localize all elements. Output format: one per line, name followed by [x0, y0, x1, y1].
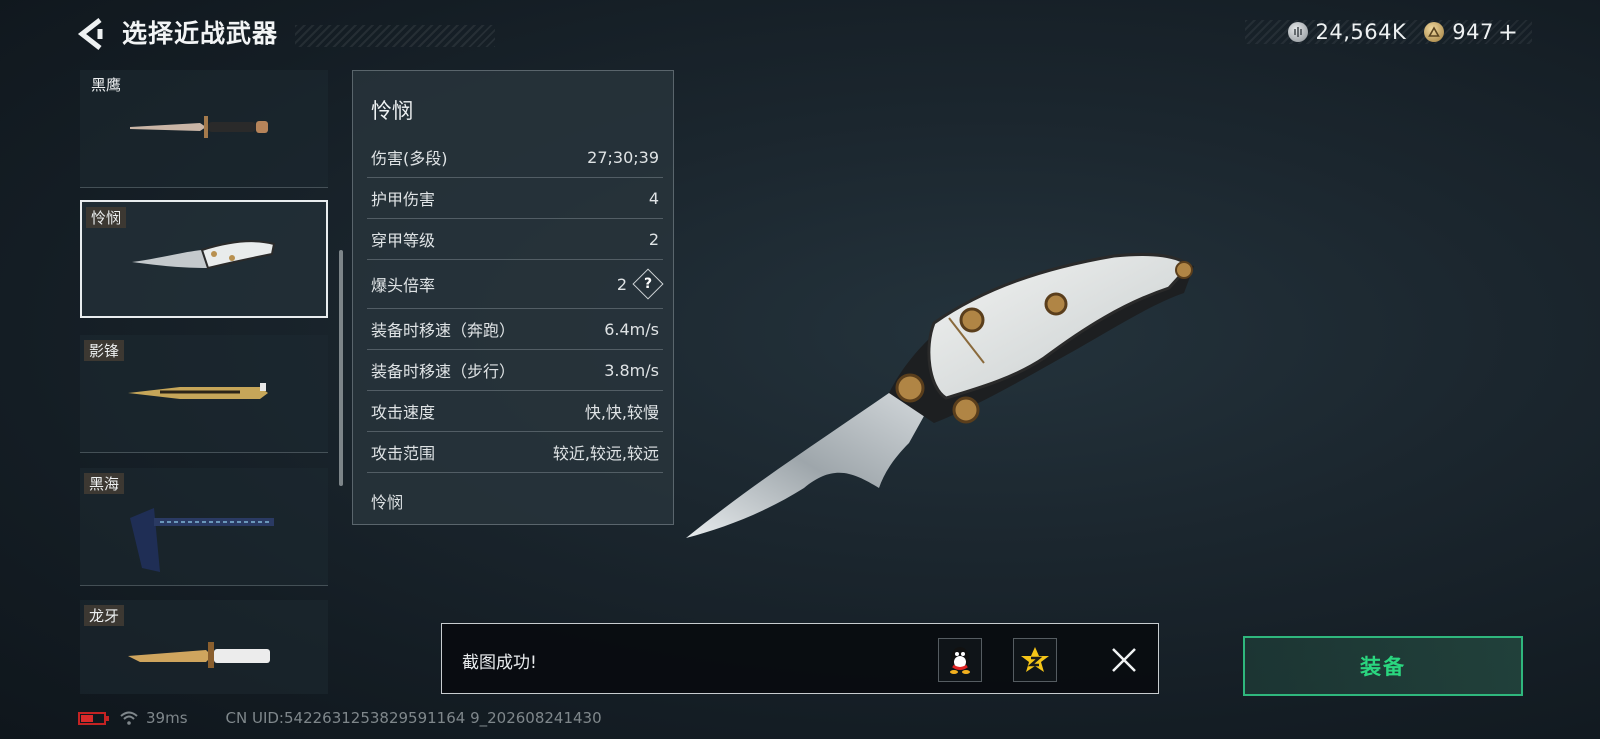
stat-label: 穿甲等级 [371, 231, 436, 250]
stat-row-armor-damage: 护甲伤害 4 [367, 178, 663, 219]
weapon-card-yingfeng[interactable]: 影锋 [80, 335, 328, 453]
weapon-card-lianmin[interactable]: 怜悯 [80, 200, 328, 318]
gold-knife-icon [128, 383, 268, 399]
page-title: 选择近战武器 [122, 19, 279, 48]
close-toast-button[interactable] [1110, 646, 1138, 674]
title-decoration [295, 25, 495, 47]
stat-row-run-speed: 装备时移速（奔跑） 6.4m/s [367, 309, 663, 350]
stat-label: 装备时移速（步行） [371, 362, 516, 381]
weapon-name: 怜悯 [86, 207, 127, 228]
qq-icon [950, 647, 970, 674]
page-title-bar: 选择近战武器 [122, 14, 495, 50]
user-uid: CN UID:5422631253829591164 9_20260824143… [225, 709, 602, 727]
stat-value-wrapper: 2 ? [616, 268, 664, 300]
axe-icon [130, 508, 274, 572]
stats-footer-name: 怜悯 [371, 493, 404, 512]
stat-label: 伤害(多段) [371, 149, 448, 168]
stat-row-attack-speed: 攻击速度 快,快,较慢 [367, 391, 663, 432]
weapon-card-heihai[interactable]: 黑海 [80, 468, 328, 586]
stat-row-penetration: 穿甲等级 2 [367, 219, 663, 260]
back-arrow-icon [77, 18, 103, 50]
stat-label: 装备时移速（奔跑） [371, 321, 516, 340]
gold-coin-icon [1424, 22, 1445, 42]
stat-row-walk-speed: 装备时移速（步行） 3.8m/s [367, 350, 663, 391]
stat-label: 爆头倍率 [371, 276, 436, 295]
status-bar: 39ms CN UID:5422631253829591164 9_202608… [78, 708, 602, 728]
currency-bar: 24,564K 947 + [1245, 18, 1532, 46]
share-qzone-button[interactable] [1013, 638, 1057, 682]
combat-knife-icon [130, 116, 268, 138]
stat-value: 较近,较远,较远 [552, 444, 659, 463]
stat-value: 2 [648, 229, 659, 249]
share-qq-button[interactable] [938, 638, 982, 682]
silver-currency-value: 24,564K [1315, 20, 1407, 44]
weapon-card-heiying[interactable]: 黑鹰 [80, 70, 328, 188]
stat-label: 攻击速度 [371, 403, 436, 422]
gold-currency-value: 947 [1452, 20, 1494, 44]
help-label: ? [643, 276, 653, 292]
equip-label: 装备 [1360, 655, 1406, 679]
equip-button[interactable]: 装备 [1243, 636, 1523, 696]
stat-value: 4 [648, 188, 659, 208]
weapon-name: 黑鹰 [91, 76, 122, 94]
weapon-preview-image[interactable] [684, 248, 1214, 548]
stat-value: 3.8m/s [604, 360, 659, 380]
stats-title: 怜悯 [371, 99, 413, 123]
weapon-name: 黑海 [84, 473, 125, 494]
help-icon[interactable]: ? [632, 268, 664, 300]
back-button[interactable] [76, 17, 106, 51]
folding-knife-icon [132, 240, 276, 270]
stat-value: 2 [616, 274, 627, 294]
stat-label: 护甲伤害 [371, 190, 436, 209]
add-currency-button[interactable]: + [1498, 18, 1518, 46]
wifi-icon [120, 711, 138, 725]
weapon-stats-panel: 怜悯 伤害(多段) 27;30;39 护甲伤害 4 穿甲等级 2 爆头倍率 2 … [352, 70, 674, 525]
stat-row-damage: 伤害(多段) 27;30;39 [367, 137, 663, 178]
weapon-name: 影锋 [84, 340, 125, 361]
bayonet-icon [128, 642, 270, 668]
ping-value: 39ms [146, 709, 188, 727]
screenshot-toast: 截图成功! [441, 623, 1159, 694]
stat-row-attack-range: 攻击范围 较近,较远,较远 [367, 432, 663, 473]
stat-label: 攻击范围 [371, 444, 436, 463]
toast-message: 截图成功! [462, 653, 537, 673]
stat-value: 6.4m/s [604, 319, 659, 339]
weapon-list[interactable]: 黑鹰 怜悯 影锋 黑海 龙牙 [80, 70, 330, 694]
close-icon [1112, 648, 1136, 672]
weapon-card-longya[interactable]: 龙牙 [80, 600, 328, 694]
weapon-name: 龙牙 [84, 605, 125, 626]
stat-value: 27;30;39 [587, 147, 659, 167]
silver-coin-icon [1287, 22, 1308, 42]
qzone-icon [1021, 647, 1049, 672]
stat-value: 快,快,较慢 [584, 403, 659, 422]
stat-row-headshot: 爆头倍率 2 ? [367, 260, 664, 309]
weapon-list-scrollbar[interactable] [339, 250, 343, 486]
battery-icon [78, 711, 109, 725]
